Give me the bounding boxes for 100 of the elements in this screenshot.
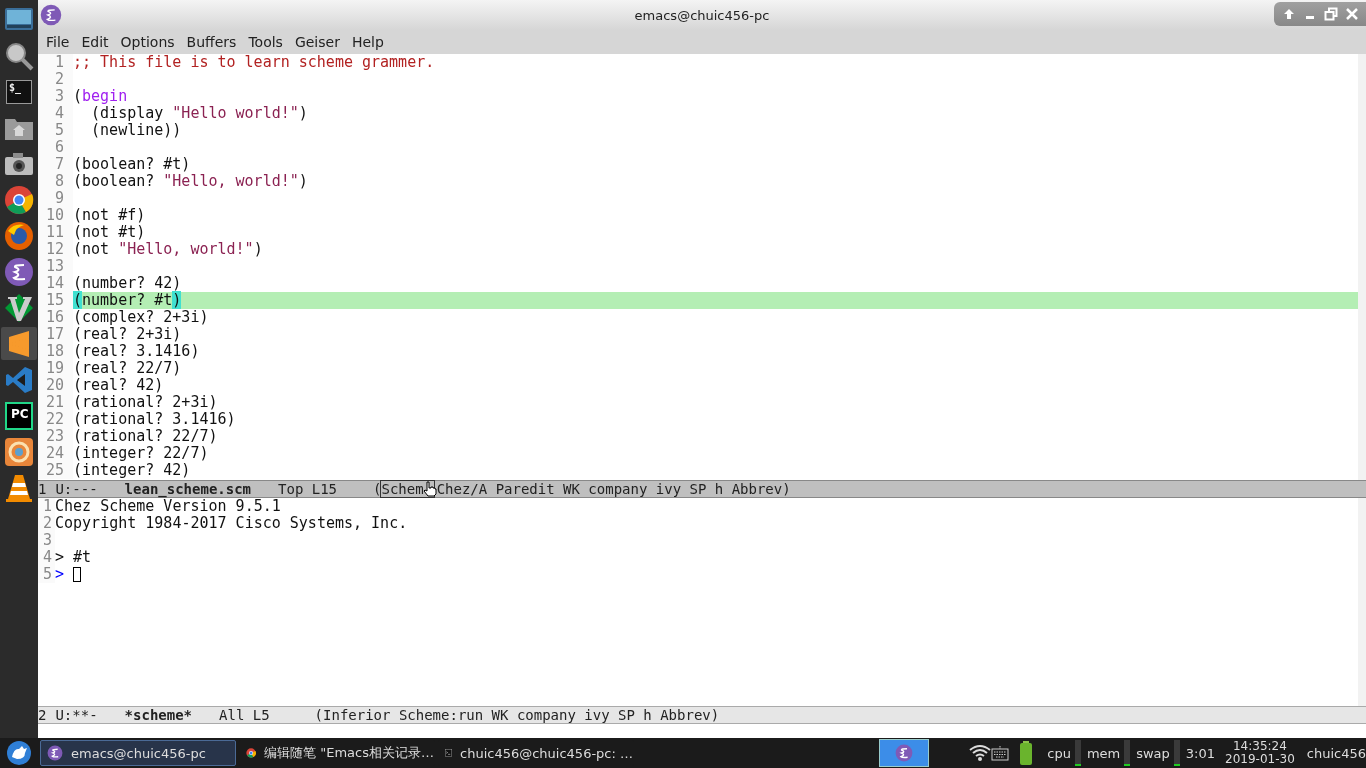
window-number: 1 xyxy=(38,481,47,497)
code-line: (integer? 22/7) xyxy=(73,445,209,462)
usage-meter xyxy=(1173,740,1180,766)
keyboard-icon[interactable] xyxy=(991,745,1010,761)
text-cursor xyxy=(73,567,82,582)
line-number: 12 xyxy=(38,241,73,258)
line-number: 16 xyxy=(38,309,73,326)
vscode-icon xyxy=(5,365,33,394)
menu-item[interactable]: Tools xyxy=(242,34,289,50)
sublime-icon xyxy=(7,329,31,358)
menu-item[interactable]: File xyxy=(40,34,76,50)
buffer-name: *scheme* xyxy=(124,707,193,723)
menu-item[interactable]: Options xyxy=(114,34,181,50)
battery-icon[interactable] xyxy=(1019,741,1034,765)
line-number: 5 xyxy=(38,566,55,583)
line-number: 3 xyxy=(38,88,73,105)
line-number: 9 xyxy=(38,190,73,207)
buffer-state: U:--- xyxy=(55,481,98,497)
emacs-icon xyxy=(895,744,914,762)
code-line: (rational? 22/7) xyxy=(73,428,218,445)
code-line: (real? 42) xyxy=(73,377,164,394)
magnifier-icon xyxy=(4,40,34,71)
code-line: (rational? 2+3i) xyxy=(73,394,218,411)
code-line: (real? 3.1416) xyxy=(73,343,200,360)
emacs-icon xyxy=(40,4,62,26)
repl-prompt: > xyxy=(55,566,65,583)
line-number: 2 xyxy=(38,515,55,532)
clock-date: 2019-01-30 xyxy=(1225,753,1295,766)
mode-list: (Inferior Scheme:run WK company ivy SP h Abbrev) xyxy=(314,707,720,723)
cursor-position: All L5 xyxy=(219,707,270,723)
paren: ( xyxy=(373,481,382,497)
restore-icon[interactable] xyxy=(1323,7,1338,21)
emacs-icon xyxy=(47,745,63,761)
code-line: (rational? 3.1416) xyxy=(73,411,236,428)
line-number: 5 xyxy=(38,122,73,139)
code-line: (not #t) xyxy=(73,224,146,241)
meter-label: swap xyxy=(1136,745,1170,761)
user-name[interactable]: chuic456 xyxy=(1306,745,1366,761)
close-icon[interactable] xyxy=(1344,7,1359,21)
line-number: 7 xyxy=(38,156,73,173)
buffer-state: U:**- xyxy=(55,707,98,723)
meter-label: cpu xyxy=(1047,745,1071,761)
vim-icon xyxy=(4,292,34,323)
firefox-icon xyxy=(4,220,34,251)
buffer-name: lean_scheme.scm xyxy=(124,481,252,497)
line-number: 11 xyxy=(38,224,73,241)
code-line: ;; This file is to learn scheme grammer. xyxy=(73,54,435,71)
menu-item[interactable]: Help xyxy=(345,34,390,50)
line-number: 1 xyxy=(38,498,55,515)
code-line: (number? #t) xyxy=(73,292,182,309)
window-number: 2 xyxy=(38,707,47,723)
start-menu-icon[interactable] xyxy=(6,740,32,766)
wifi-icon[interactable] xyxy=(969,744,992,762)
emacs-icon xyxy=(4,256,34,287)
line-number: 17 xyxy=(38,326,73,343)
repl-output: Chez Scheme Version 9.5.1 xyxy=(55,498,281,515)
code-line: (number? 42) xyxy=(73,275,182,292)
line-number: 13 xyxy=(38,258,73,275)
minor-modes: Chez/A Paredit WK company ivy SP h Abbrev) xyxy=(436,481,791,497)
repl-output: Copyright 1984-2017 Cisco Systems, Inc. xyxy=(55,515,408,532)
code-line: (boolean? "Hello, world!") xyxy=(73,173,308,190)
code-line: (not #f) xyxy=(73,207,146,224)
code-line: (integer? 42) xyxy=(73,462,191,479)
line-number: 1 xyxy=(38,54,73,71)
line-number: 19 xyxy=(38,360,73,377)
line-number: 15 xyxy=(38,292,73,309)
cursor-position: Top L15 xyxy=(278,481,338,497)
code-line: (real? 2+3i) xyxy=(73,326,182,343)
repl-output: > #t xyxy=(55,549,92,566)
task-button[interactable]: emacs@chuic456-pc xyxy=(40,740,236,766)
code-line: (newline)) xyxy=(90,122,182,139)
swirl-icon xyxy=(4,436,34,467)
menu-item[interactable]: Buffers xyxy=(180,34,243,50)
code-line: (begin xyxy=(73,88,128,105)
code-line: (not "Hello, world!") xyxy=(73,241,263,258)
clock-time: 14:35:24 xyxy=(1232,740,1287,753)
chrome-icon xyxy=(4,184,34,215)
usage-meter xyxy=(1124,740,1131,766)
window-title: emacs@chuic456-pc xyxy=(634,7,770,23)
line-number: 22 xyxy=(38,411,73,428)
line-number: 23 xyxy=(38,428,73,445)
line-number: 18 xyxy=(38,343,73,360)
line-number: 8 xyxy=(38,173,73,190)
usage-meter xyxy=(1074,740,1081,766)
menu-item[interactable]: Geiser xyxy=(288,34,346,50)
workspace-button[interactable] xyxy=(879,739,930,767)
code-line: (complex? 2+3i) xyxy=(73,309,209,326)
code-line: (display "Hello world!") xyxy=(90,105,308,122)
line-number: 4 xyxy=(38,105,73,122)
line-number: 10 xyxy=(38,207,73,224)
chrome-icon xyxy=(246,745,257,761)
line-number: 4 xyxy=(38,549,55,566)
menu-item[interactable]: Edit xyxy=(75,34,115,50)
line-number: 14 xyxy=(38,275,73,292)
line-number: 25 xyxy=(38,462,73,479)
line-number: 24 xyxy=(38,445,73,462)
line-number: 6 xyxy=(38,139,73,156)
line-number: 20 xyxy=(38,377,73,394)
line-number: 21 xyxy=(38,394,73,411)
battery-time: 3:01 xyxy=(1185,745,1216,761)
